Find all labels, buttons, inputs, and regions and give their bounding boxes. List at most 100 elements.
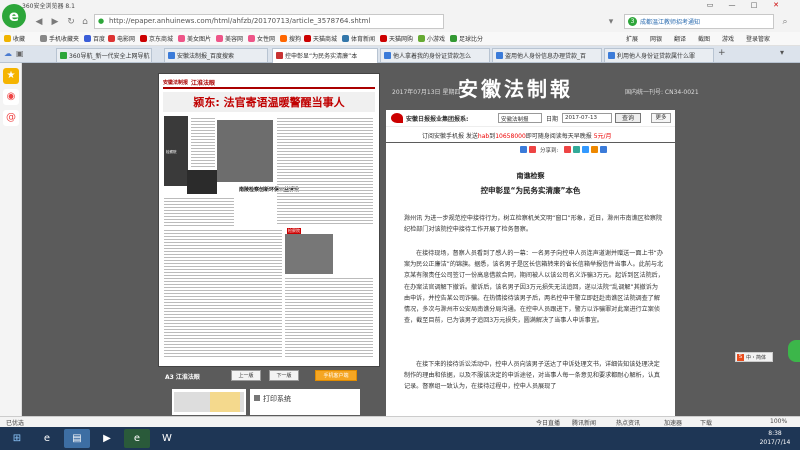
text-line (191, 145, 215, 146)
share-renren-icon[interactable] (591, 146, 598, 153)
bookmark-item[interactable]: 搜狗 (280, 34, 301, 43)
ie-icon[interactable]: e (34, 429, 60, 448)
bookmark-item[interactable]: 电影网 (108, 34, 135, 43)
bookmark-item[interactable]: 美容网 (216, 34, 243, 43)
forward-icon[interactable]: ▶ (48, 15, 62, 29)
start-icon[interactable]: ⊞ (4, 429, 30, 448)
weibo-share-icon[interactable] (529, 146, 536, 153)
text-line (277, 151, 373, 152)
extensions-button[interactable]: 扩展 (626, 34, 638, 43)
bookmark-favorites[interactable]: 收藏 (4, 34, 25, 43)
skin-button[interactable]: ▭ (700, 0, 720, 11)
login-manager-button[interactable]: 登录管家 (746, 34, 770, 43)
date-input[interactable]: 2017-07-13 (562, 113, 612, 123)
weibo-icon[interactable]: ◉ (3, 89, 19, 105)
bookmark-item[interactable]: 天猫网购 (380, 34, 413, 43)
mobile-client-button[interactable]: 手机客户端 (315, 370, 357, 381)
restore-tabs-icon[interactable]: ▣ (16, 49, 24, 58)
system-clock[interactable]: 8:38 2017/7/14 (752, 429, 798, 447)
bookmark-item[interactable]: 美女图片 (178, 34, 211, 43)
bookmark-item[interactable]: 足球比分 (450, 34, 483, 43)
bookmark-item[interactable]: 京东商城 (140, 34, 173, 43)
news-photo (217, 120, 273, 182)
baidu-icon (608, 52, 615, 59)
bookmark-item[interactable]: 体育新闻 (342, 34, 375, 43)
more-button[interactable]: 更多 (651, 113, 671, 123)
back-icon[interactable]: ◀ (32, 15, 46, 29)
minimize-button[interactable]: — (722, 0, 742, 11)
text-line (285, 356, 373, 357)
prev-page-button[interactable]: 上一版 (231, 370, 261, 381)
bookmark-item[interactable]: 手机收藏夹 (40, 34, 79, 43)
status-download[interactable]: 下载 (700, 418, 712, 427)
ime-toolbar[interactable]: S 中・简体 (735, 352, 773, 362)
share-icon[interactable] (520, 146, 527, 153)
football-icon (450, 35, 457, 42)
status-live[interactable]: 今日直播 (536, 418, 560, 427)
bookmark-item[interactable]: 女性网 (248, 34, 275, 43)
baidu-icon (168, 52, 175, 59)
text-line (164, 275, 282, 276)
share-label[interactable]: 分享到: (540, 146, 558, 154)
new-tab-icon[interactable]: + (718, 48, 726, 58)
tab-search-loan[interactable]: 他人拿着我的身份证贷款怎么 (380, 48, 490, 62)
bookmark-item[interactable]: 天猫商城 (304, 34, 337, 43)
games-button[interactable]: 游戏 (722, 34, 734, 43)
clock-time: 8:38 (768, 430, 782, 437)
text-line (277, 208, 373, 209)
zoom-level[interactable]: 100% (770, 418, 787, 425)
query-button[interactable]: 查询 (615, 113, 641, 123)
group-logo-icon (391, 113, 403, 123)
dropdown-icon[interactable]: ▾ (604, 15, 618, 29)
tab-search-identity[interactable]: 盗用他人身份信息办理贷款_百 (492, 48, 602, 62)
translate-button[interactable]: 翻译 (674, 34, 686, 43)
url-input[interactable]: ● http://epaper.anhuinews.com/html/ahfzb… (94, 14, 444, 29)
folder-icon[interactable]: ▤ (64, 429, 90, 448)
text-line (191, 136, 215, 137)
next-page-button[interactable]: 下一版 (269, 370, 299, 381)
tab-search-crime[interactable]: 利用他人身份证贷款属什么罪 (604, 48, 714, 62)
tab-article[interactable]: 控申彰显“为民务实清廉”本 (272, 48, 378, 63)
text-line (277, 211, 373, 212)
tab-baidu-search[interactable]: 安徽法制报_百度搜索 (164, 48, 268, 62)
screenshot-button[interactable]: 截图 (698, 34, 710, 43)
search-icon[interactable]: ⌕ (778, 15, 792, 29)
text-line (285, 284, 373, 285)
close-button[interactable]: ✕ (766, 0, 786, 11)
bookmark-item[interactable]: 小游戏 (418, 34, 445, 43)
search-input[interactable]: 3 成都温江教师招考通知 (624, 14, 774, 29)
share-weibo-icon[interactable] (564, 146, 571, 153)
floating-assistant-icon[interactable] (788, 340, 800, 362)
search-engine-icon[interactable]: 3 (628, 17, 637, 26)
home-icon[interactable]: ⌂ (78, 15, 92, 29)
bank-button[interactable]: 网银 (650, 34, 662, 43)
paper-select[interactable]: 安徽法制报 (498, 113, 542, 123)
page-controls: A3 江淮法眼 上一版 下一版 手机客户端 (165, 366, 375, 386)
word-icon[interactable]: W (154, 429, 180, 448)
tab-360nav[interactable]: 360导航_新一代安全上网导航 (56, 48, 152, 62)
mail-icon[interactable]: @ (3, 110, 19, 126)
share-more-icon[interactable] (600, 146, 607, 153)
360-icon (60, 52, 67, 59)
status-accelerator[interactable]: 加速器 (664, 418, 682, 427)
print-panel[interactable]: 打印系统 (250, 389, 360, 415)
share-tqq-icon[interactable] (582, 146, 589, 153)
cloud-icon[interactable]: ☁ (4, 49, 12, 58)
browser-360-icon[interactable]: e (124, 429, 150, 448)
share-qzone-icon[interactable] (573, 146, 580, 153)
star-icon[interactable]: ★ (3, 68, 19, 84)
newspaper-page[interactable]: 安徽法制报 江淮法眼 颍东: 法官寄语温暖警醒当事人 检察院 南陵检察创新环保公… (158, 73, 380, 367)
maximize-button[interactable]: □ (744, 0, 764, 11)
page-label: A3 江淮法眼 (165, 374, 200, 381)
status-tencent-news[interactable]: 腾讯新闻 (572, 418, 596, 427)
star-icon (4, 35, 11, 42)
page-thumbnail[interactable] (172, 389, 246, 415)
subscribe-promo[interactable]: 订阅安徽手机报 发送hab到10658000即可随身阅读每天早晚报 5元/月 (386, 126, 675, 142)
tab-menu-icon[interactable]: ▾ (780, 48, 784, 57)
media-icon[interactable]: ▶ (94, 429, 120, 448)
status-hot-news[interactable]: 热点资讯 (616, 418, 640, 427)
bookmark-item[interactable]: 百度 (84, 34, 105, 43)
newspaper-headline[interactable]: 颍东: 法官寄语温暖警醒当事人 (163, 92, 375, 112)
refresh-icon[interactable]: ↻ (64, 15, 78, 29)
text-line (277, 157, 373, 158)
